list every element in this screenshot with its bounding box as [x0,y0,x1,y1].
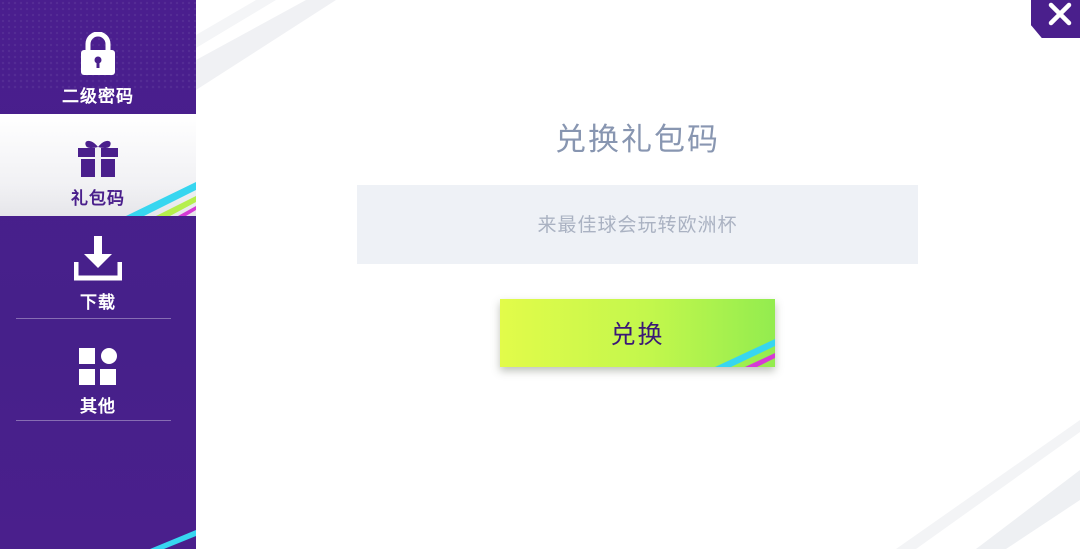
redeem-button-label: 兑换 [610,320,665,349]
page-title: 兑换礼包码 [555,122,720,158]
background-streaks [196,0,1080,549]
sidebar-item-download[interactable]: 下载 [0,218,196,318]
sidebar-item-gift-code[interactable]: 礼包码 [0,114,196,216]
grid-icon [79,338,117,386]
sidebar: 二级密码 礼包码 下载 其他 [0,0,196,549]
download-icon [74,234,122,282]
sidebar-item-label: 礼包码 [71,189,125,209]
sidebar-item-label: 下载 [80,293,116,313]
button-accent [715,339,775,367]
gift-code-input[interactable] [357,185,918,264]
sidebar-item-other[interactable]: 其他 [0,322,196,422]
sidebar-bottom-accent [150,530,196,549]
redeem-button[interactable]: 兑换 [500,299,775,367]
lock-icon [80,28,116,76]
close-icon [1048,2,1071,26]
close-button[interactable] [1031,0,1080,38]
gift-icon [77,130,119,178]
sidebar-item-label: 其他 [80,397,116,417]
active-tab-accent [126,182,196,216]
sidebar-item-secondary-password[interactable]: 二级密码 [0,12,196,112]
sidebar-divider [16,420,171,421]
sidebar-divider [16,318,171,319]
sidebar-item-label: 二级密码 [62,87,134,107]
